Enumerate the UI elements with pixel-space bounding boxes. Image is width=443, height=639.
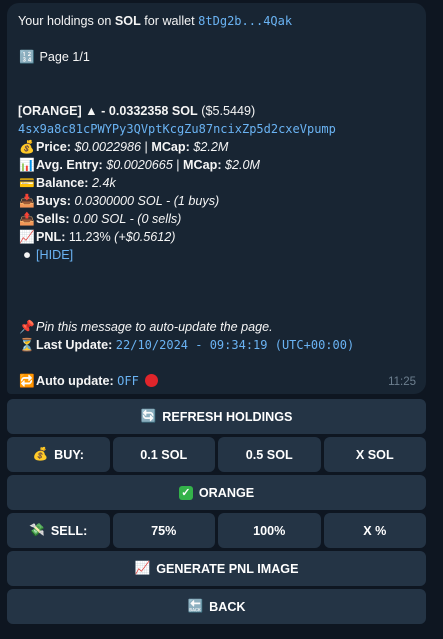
record-icon: ⏺ bbox=[23, 248, 31, 262]
buys-line: 📥Buys: 0.0300000 SOL - (1 buys) bbox=[18, 192, 415, 210]
sells-value: 0.00 SOL - (0 sells) bbox=[73, 212, 182, 226]
mcap2-value: $2.0M bbox=[225, 158, 261, 172]
pnl-value: 11.23% bbox=[68, 230, 111, 244]
header-mid: for wallet bbox=[140, 14, 199, 28]
hide-link[interactable]: [HIDE] bbox=[36, 248, 73, 262]
message-time: 11:25 bbox=[388, 376, 416, 388]
generate-pnl-image-button[interactable]: 📈 GENERATE PNL IMAGE bbox=[7, 551, 426, 586]
token-button[interactable]: ✓ ORANGE bbox=[7, 475, 426, 510]
back-arrow-icon: 🔙 bbox=[187, 599, 204, 613]
pnl-row: 📈 GENERATE PNL IMAGE bbox=[7, 551, 426, 586]
token-row: ✓ ORANGE bbox=[7, 475, 426, 510]
mcap-value: $2.2M bbox=[193, 140, 229, 154]
money-bag-icon: 💰 bbox=[32, 447, 49, 461]
last-update-label: Last Update: bbox=[36, 338, 113, 352]
auto-update-label: Auto update: bbox=[36, 374, 114, 388]
refresh-icon: 🔄 bbox=[140, 409, 157, 423]
balance-value: 2.4k bbox=[92, 176, 116, 190]
buys-label: Buys: bbox=[36, 194, 71, 208]
pnl-usd: (+$0.5612) bbox=[114, 230, 176, 244]
price-line: 💰Price: $0.0022986 | MCap: $2.2M bbox=[18, 138, 415, 156]
chart-increasing-icon: 📈 bbox=[134, 561, 151, 575]
chart-increasing-icon: 📈 bbox=[19, 230, 35, 244]
arrow-up-icon: ▲ bbox=[85, 104, 98, 118]
token-change: - 0.0332358 SOL bbox=[97, 104, 198, 118]
page-line: 🔢 Page 1/1 bbox=[18, 48, 415, 66]
balance-label: Balance: bbox=[36, 176, 89, 190]
last-update-value: 22/10/2024 - 09:34:19 (UTC+00:00) bbox=[115, 338, 355, 352]
price-value: $0.0022986 bbox=[74, 140, 142, 154]
back-row: 🔙 BACK bbox=[7, 589, 426, 624]
money-bag-icon: 💰 bbox=[19, 140, 35, 154]
buy-row: 💰 BUY: 0.1 SOL 0.5 SOL X SOL bbox=[7, 437, 426, 472]
buy-label: BUY: bbox=[54, 447, 85, 462]
sell-75-button[interactable]: 75% bbox=[112, 513, 215, 548]
check-mark-icon: ✓ bbox=[178, 485, 193, 500]
last-update-line: ⏳Last Update: 22/10/2024 - 09:34:19 (UTC… bbox=[18, 336, 415, 354]
header-chain: SOL bbox=[114, 14, 141, 28]
refresh-holdings-button[interactable]: 🔄 REFRESH HOLDINGS bbox=[7, 399, 426, 434]
entry-line: 📊Avg. Entry: $0.0020665 | MCap: $2.0M bbox=[18, 156, 415, 174]
buys-value: 0.0300000 SOL - (1 buys) bbox=[74, 194, 220, 208]
header-line: Your holdings on SOL for wallet 8tDg2b..… bbox=[18, 12, 415, 30]
holdings-message: Your holdings on SOL for wallet 8tDg2b..… bbox=[7, 3, 426, 394]
repeat-icon: 🔁 bbox=[19, 374, 35, 388]
token-line: [ORANGE] ▲ - 0.0332358 SOL ($5.5449) bbox=[18, 102, 415, 120]
auto-update-line: 🔁Auto update: OFF bbox=[18, 372, 415, 390]
refresh-label: REFRESH HOLDINGS bbox=[162, 409, 293, 424]
credit-card-icon: 💳 bbox=[19, 176, 35, 190]
entry-value: $0.0020665 bbox=[106, 158, 173, 172]
page-label: Page 1/1 bbox=[39, 50, 90, 64]
token-address[interactable]: 4sx9a8c81cPWYPy3QVptKcgZu87ncixZp5d2cxeV… bbox=[18, 120, 415, 138]
buy-label-button[interactable]: 💰 BUY: bbox=[7, 437, 110, 472]
header-prefix: Your holdings on bbox=[18, 14, 115, 28]
sells-line: 📤Sells: 0.00 SOL - (0 sells) bbox=[18, 210, 415, 228]
back-label: BACK bbox=[209, 599, 246, 614]
balance-line: 💳Balance: 2.4k bbox=[18, 174, 415, 192]
pnl-line: 📈PNL: 11.23% (+$0.5612) bbox=[18, 228, 415, 246]
back-button[interactable]: 🔙 BACK bbox=[7, 589, 426, 624]
pin-line: 📌Pin this message to auto-update the pag… bbox=[18, 318, 415, 336]
entry-label: Avg. Entry: bbox=[36, 158, 103, 172]
separator: | bbox=[141, 140, 152, 154]
bar-chart-icon: 📊 bbox=[19, 158, 35, 172]
sell-label-button[interactable]: 💸 SELL: bbox=[7, 513, 110, 548]
token-name: [ORANGE] bbox=[18, 104, 82, 118]
pnl-image-label: GENERATE PNL IMAGE bbox=[156, 561, 299, 576]
refresh-row: 🔄 REFRESH HOLDINGS bbox=[7, 399, 426, 434]
price-label: Price: bbox=[36, 140, 72, 154]
pushpin-icon: 📌 bbox=[19, 320, 35, 334]
hide-line: ⏺ [HIDE] bbox=[18, 246, 415, 264]
outbox-tray-icon: 📤 bbox=[19, 212, 35, 226]
sell-label: SELL: bbox=[50, 523, 88, 538]
numbers-icon: 🔢 bbox=[19, 50, 35, 64]
mcap-label: MCap: bbox=[151, 140, 190, 154]
sell-row: 💸 SELL: 75% 100% X % bbox=[7, 513, 426, 548]
separator: | bbox=[172, 158, 184, 172]
mcap2-label: MCap: bbox=[183, 158, 222, 172]
auto-update-value: OFF bbox=[117, 374, 139, 388]
sell-x-percent-button[interactable]: X % bbox=[323, 513, 426, 548]
hourglass-icon: ⏳ bbox=[19, 338, 35, 352]
buy-0-5-sol-button[interactable]: 0.5 SOL bbox=[218, 437, 321, 472]
buy-x-sol-button[interactable]: X SOL bbox=[323, 437, 426, 472]
money-wings-icon: 💸 bbox=[29, 523, 45, 537]
pin-text: Pin this message to auto-update the page… bbox=[36, 320, 273, 334]
sell-100-button[interactable]: 100% bbox=[218, 513, 321, 548]
buy-0-1-sol-button[interactable]: 0.1 SOL bbox=[112, 437, 215, 472]
red-circle-icon bbox=[144, 374, 158, 387]
wallet-address[interactable]: 8tDg2b...4Qak bbox=[198, 14, 292, 28]
inbox-tray-icon: 📥 bbox=[19, 194, 35, 208]
sells-label: Sells: bbox=[36, 212, 70, 226]
token-label: ORANGE bbox=[198, 485, 255, 500]
token-usd: ($5.5449) bbox=[197, 104, 256, 118]
pnl-label: PNL: bbox=[36, 230, 66, 244]
